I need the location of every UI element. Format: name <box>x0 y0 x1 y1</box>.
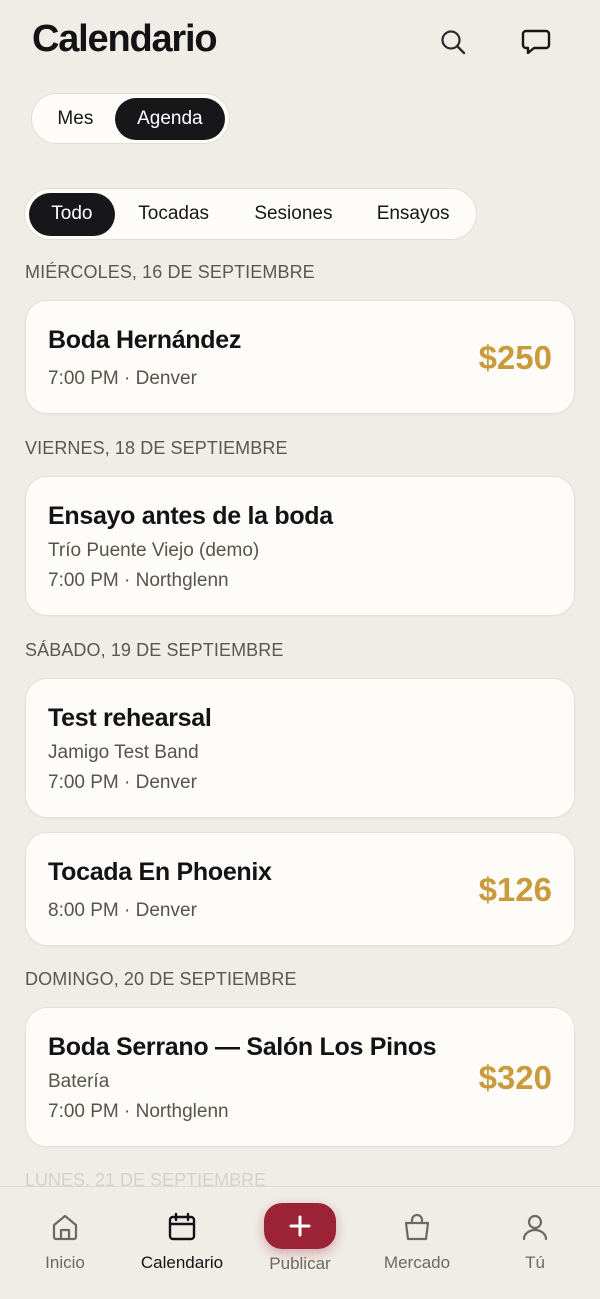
event-title: Test rehearsal <box>48 704 212 732</box>
event-title: Ensayo antes de la boda <box>48 502 333 530</box>
day-heading: MIÉRCOLES, 16 DE SEPTIEMBRE <box>25 262 315 282</box>
tab-calendario[interactable]: Calendario <box>122 1187 242 1287</box>
home-icon <box>52 1214 78 1241</box>
event-card[interactable]: Boda Hernández 7:00 PM · Denver $250 <box>25 300 575 414</box>
event-meta: 7:00 PM · Northglenn <box>48 570 229 591</box>
bottom-tab-bar: Inicio Calendario Publicar Mercado Tú <box>0 1186 600 1299</box>
plus-icon <box>289 1215 311 1237</box>
header: Calendario <box>0 0 600 86</box>
filter-chip-ensayos[interactable]: Ensayos <box>354 193 472 236</box>
filter-bar: Todo Tocadas Sesiones Ensayos <box>24 188 477 240</box>
tab-inicio[interactable]: Inicio <box>5 1187 125 1287</box>
tab-publicar[interactable]: Publicar <box>240 1187 360 1287</box>
view-option-agenda[interactable]: Agenda <box>114 97 225 140</box>
tab-label: Calendario <box>140 1253 224 1272</box>
event-subtitle: Jamigo Test Band <box>48 742 199 763</box>
event-meta: 7:00 PM · Northglenn <box>48 1101 229 1122</box>
event-subtitle: Trío Puente Viejo (demo) <box>48 540 260 561</box>
calendar-icon <box>168 1212 196 1241</box>
tab-label: Publicar <box>269 1254 331 1273</box>
filter-chip-sesiones[interactable]: Sesiones <box>233 193 355 236</box>
filter-chip-tocadas[interactable]: Tocadas <box>115 193 233 236</box>
search-button[interactable] <box>433 22 473 62</box>
event-meta: 7:00 PM · Denver <box>48 368 197 389</box>
day-heading: DOMINGO, 20 DE SEPTIEMBRE <box>25 969 297 989</box>
event-title: Boda Serrano — Salón Los Pinos <box>48 1033 437 1061</box>
publish-button[interactable] <box>264 1203 336 1249</box>
tab-tu[interactable]: Tú <box>475 1187 595 1287</box>
search-icon <box>441 30 466 55</box>
view-option-mes[interactable]: Mes <box>36 98 115 140</box>
tab-mercado[interactable]: Mercado <box>357 1187 477 1287</box>
user-icon <box>522 1214 548 1241</box>
event-card[interactable]: Boda Serrano — Salón Los Pinos Batería 7… <box>25 1007 575 1147</box>
chat-bubble-icon <box>521 29 551 55</box>
event-price: $126 <box>478 871 552 908</box>
tab-label: Inicio <box>45 1253 85 1272</box>
page-title: Calendario <box>32 18 218 60</box>
tab-label: Mercado <box>383 1253 451 1272</box>
event-title: Tocada En Phoenix <box>48 858 272 886</box>
event-meta: 7:00 PM · Denver <box>48 772 197 793</box>
event-card[interactable]: Test rehearsal Jamigo Test Band 7:00 PM … <box>25 678 575 818</box>
event-meta: 8:00 PM · Denver <box>48 900 197 921</box>
event-title: Boda Hernández <box>48 326 242 354</box>
shopping-bag-icon <box>404 1213 430 1241</box>
view-toggle: Mes Agenda <box>31 93 230 144</box>
messages-button[interactable] <box>516 22 556 62</box>
event-price: $250 <box>478 339 552 376</box>
event-price: $320 <box>478 1059 552 1096</box>
day-heading: VIERNES, 18 DE SEPTIEMBRE <box>25 438 288 458</box>
event-card[interactable]: Tocada En Phoenix 8:00 PM · Denver $126 <box>25 832 575 946</box>
event-card[interactable]: Ensayo antes de la boda Trío Puente Viej… <box>25 476 575 616</box>
day-heading: SÁBADO, 19 DE SEPTIEMBRE <box>25 640 284 660</box>
event-subtitle: Batería <box>48 1071 110 1092</box>
tab-label: Tú <box>525 1253 545 1272</box>
filter-chip-todo[interactable]: Todo <box>29 192 115 236</box>
